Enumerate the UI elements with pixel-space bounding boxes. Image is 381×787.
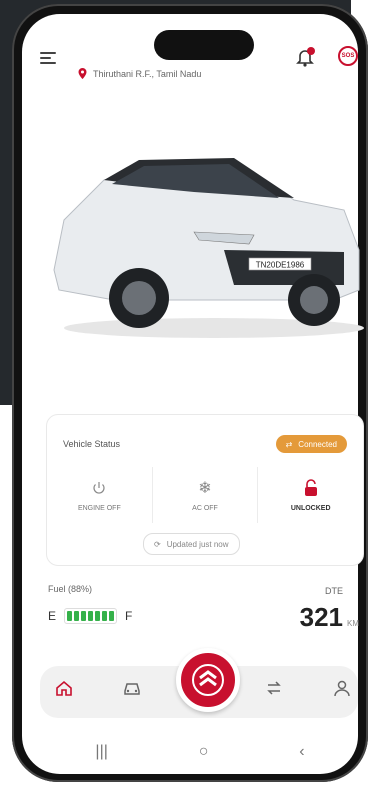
engine-status[interactable]: ENGINE OFF bbox=[47, 467, 152, 523]
status-row: ENGINE OFF ❄ AC OFF UNLOCKED bbox=[47, 467, 363, 523]
back-button[interactable]: ‹ bbox=[299, 743, 304, 761]
location-row[interactable]: Thiruthani R.F., Tamil Nadu bbox=[78, 68, 201, 79]
location-pin-icon bbox=[78, 68, 87, 79]
unlocked-icon bbox=[302, 478, 320, 497]
dte-label: DTE bbox=[325, 586, 343, 596]
recent-apps-button[interactable]: ||| bbox=[95, 743, 107, 761]
menu-icon[interactable] bbox=[40, 52, 56, 66]
home-button[interactable]: ○ bbox=[199, 743, 209, 761]
license-plate-text: TN20DE1986 bbox=[256, 261, 305, 270]
connected-badge: ⇄ Connected bbox=[275, 435, 347, 453]
system-navigation-bar: ||| ○ ‹ bbox=[50, 732, 350, 772]
refresh-icon: ⟳ bbox=[154, 539, 161, 549]
snowflake-icon: ❄ bbox=[198, 479, 212, 497]
dte-unit: KM bbox=[347, 619, 359, 628]
ac-status[interactable]: ❄ AC OFF bbox=[151, 467, 258, 523]
dte-value-row: 321 KM bbox=[300, 602, 359, 633]
dte-value: 321 bbox=[299, 602, 343, 632]
fuel-full-label: F bbox=[125, 609, 133, 623]
vehicle-status-title: Vehicle Status bbox=[63, 439, 121, 449]
vehicle-image: TN20DE1986 bbox=[53, 158, 364, 338]
fuel-bar bbox=[64, 608, 118, 624]
brand-chevron-icon bbox=[192, 664, 224, 696]
ac-status-label: AC OFF bbox=[192, 504, 218, 512]
connected-label: Connected bbox=[298, 439, 337, 449]
lock-status-label: UNLOCKED bbox=[290, 504, 331, 512]
sos-button[interactable]: SOS bbox=[338, 46, 358, 66]
fuel-gauge: E F bbox=[48, 608, 132, 624]
nav-home-icon[interactable] bbox=[52, 676, 76, 700]
fuel-empty-label: E bbox=[48, 609, 57, 623]
notification-bell-icon[interactable] bbox=[294, 46, 316, 68]
lock-status[interactable]: UNLOCKED bbox=[257, 467, 363, 523]
power-icon bbox=[90, 479, 108, 497]
updated-label: Updated just now bbox=[166, 539, 229, 549]
location-text: Thiruthani R.F., Tamil Nadu bbox=[93, 68, 202, 79]
engine-status-label: ENGINE OFF bbox=[77, 504, 121, 512]
vehicle-status-card: Vehicle Status ⇄ Connected ENGINE OFF ❄ … bbox=[46, 414, 364, 566]
brand-logo-button[interactable] bbox=[176, 648, 240, 712]
connection-icon: ⇄ bbox=[285, 439, 293, 449]
nav-swap-icon[interactable] bbox=[262, 676, 286, 700]
fuel-label: Fuel (88%) bbox=[48, 584, 93, 594]
nav-profile-icon[interactable] bbox=[330, 676, 354, 700]
updated-button[interactable]: ⟳ Updated just now bbox=[143, 533, 240, 555]
nav-car-icon[interactable] bbox=[120, 676, 144, 700]
dynamic-island bbox=[154, 30, 254, 60]
